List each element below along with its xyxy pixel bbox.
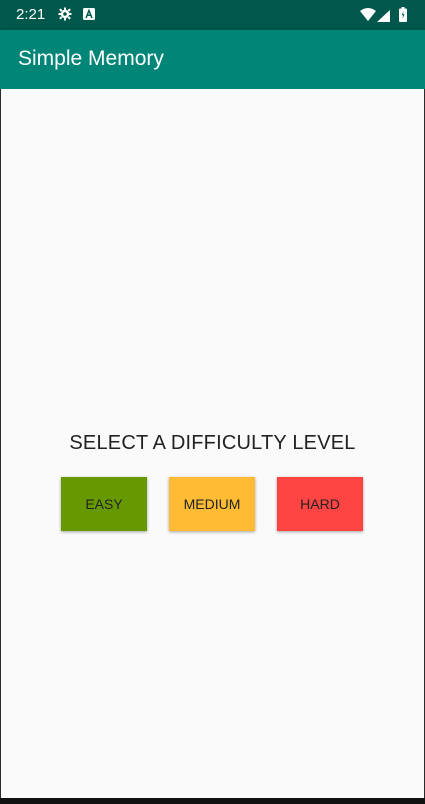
- easy-button-label: EASY: [85, 496, 123, 512]
- bottom-navigation-strip: [0, 798, 425, 804]
- difficulty-prompt: SELECT A DIFFICULTY LEVEL: [69, 432, 356, 454]
- status-time: 2:21: [16, 6, 46, 23]
- battery-icon: [399, 7, 407, 27]
- app-title: Simple Memory: [18, 47, 164, 70]
- left-edge-divider: [0, 89, 1, 798]
- easy-button[interactable]: EASY: [61, 477, 147, 531]
- app-screen: 2:21 Simple Memory SELECT A DIFFICULTY L…: [0, 0, 425, 804]
- medium-button[interactable]: MEDIUM: [169, 477, 255, 531]
- hard-button[interactable]: HARD: [277, 477, 363, 531]
- app-bar: Simple Memory: [0, 30, 425, 89]
- wifi-icon: [360, 8, 376, 26]
- status-bar: 2:21: [0, 0, 425, 30]
- main-content: SELECT A DIFFICULTY LEVEL EASY MEDIUM HA…: [0, 89, 425, 798]
- settings-icon: [58, 7, 72, 26]
- a-notification-icon: [83, 7, 95, 25]
- hard-button-label: HARD: [300, 496, 340, 512]
- medium-button-label: MEDIUM: [183, 496, 241, 512]
- signal-icon: [377, 9, 390, 27]
